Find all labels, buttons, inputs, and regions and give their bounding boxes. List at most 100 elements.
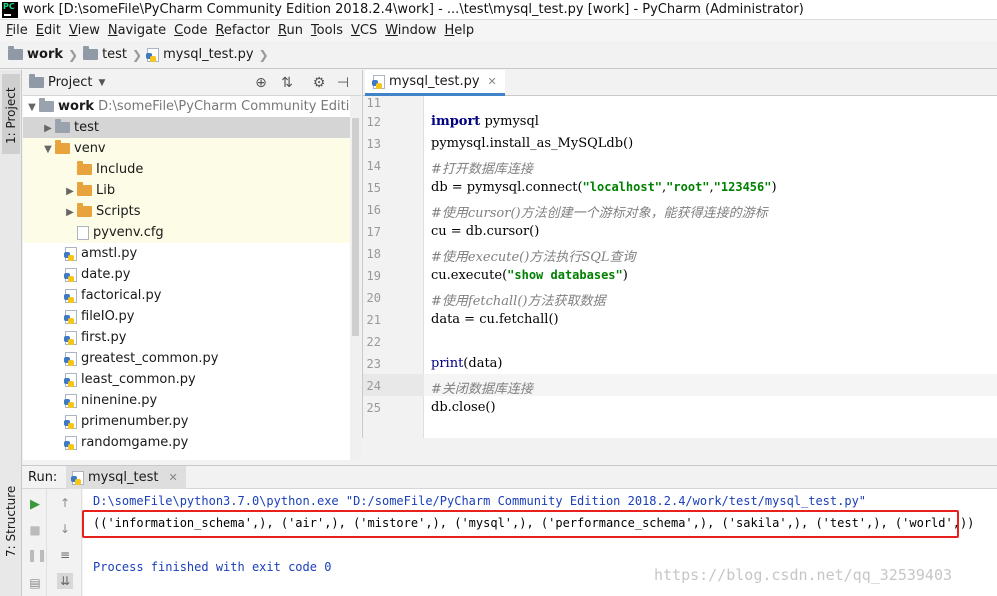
menu-view[interactable]: View <box>65 23 104 38</box>
collapse-all-icon[interactable]: ⇅ <box>279 75 295 91</box>
code-text: db.close() <box>431 400 496 415</box>
highlight-annotation-box <box>82 510 959 538</box>
tree-item-label: ninenine.py <box>81 393 158 408</box>
project-tool-tab[interactable]: 1: Project <box>2 74 20 154</box>
code-editor[interactable]: import pymysql pymysql.install_as_MySQLd… <box>424 96 997 438</box>
close-icon[interactable]: ✕ <box>168 471 177 484</box>
stop-icon[interactable]: ■ <box>27 522 43 538</box>
code-text: cu.execute( <box>431 268 508 283</box>
line-number: 22 <box>366 335 381 349</box>
tree-item-file[interactable]: factorical.py <box>23 285 350 306</box>
line-number: 21 <box>366 313 381 327</box>
python-file-icon <box>64 267 77 282</box>
menu-navigate[interactable]: Navigate <box>104 23 170 38</box>
code-text: ) <box>622 268 628 283</box>
project-panel-title[interactable]: Project <box>48 75 92 90</box>
tree-item-label: venv <box>74 141 106 156</box>
menu-refactor[interactable]: Refactor <box>211 23 274 38</box>
comment: #使用cursor()方法创建一个游标对象，能获得连接的游标 <box>431 206 768 221</box>
python-file-icon <box>372 74 385 89</box>
folder-icon <box>77 203 92 217</box>
python-file-icon <box>64 309 77 324</box>
menu-window[interactable]: Window <box>381 23 440 38</box>
folder-icon <box>55 119 70 133</box>
line-number: 23 <box>366 357 381 371</box>
left-tool-strip: 1: Project <box>0 70 22 465</box>
console-exit-message: Process finished with exit code 0 <box>93 560 332 574</box>
soft-wrap-icon[interactable]: ≡ <box>57 547 73 563</box>
pause-icon[interactable]: ❚❚ <box>27 547 47 563</box>
tree-item-label: test <box>74 120 99 135</box>
tree-item-test[interactable]: ▶ test <box>23 117 350 138</box>
menu-edit[interactable]: Edit <box>32 23 65 38</box>
breadcrumb-item-work[interactable]: work <box>27 47 63 62</box>
python-file-icon <box>64 435 77 450</box>
tree-item-label: factorical.py <box>81 288 162 303</box>
arrow-up-icon[interactable]: ↑ <box>57 495 73 511</box>
locate-icon[interactable]: ⊕ <box>253 75 269 91</box>
python-file-icon <box>64 288 77 303</box>
tree-item-file[interactable]: least_common.py <box>23 369 350 390</box>
tree-item-pyvenv-cfg[interactable]: pyvenv.cfg <box>23 222 350 243</box>
tree-item-file[interactable]: primenumber.py <box>23 411 350 432</box>
menu-bar: File Edit View Navigate Code Refactor Ru… <box>0 20 997 41</box>
breadcrumb: work ❯ test ❯ mysql_test.py ❯ <box>0 41 997 69</box>
tree-item-scripts[interactable]: ▶ Scripts <box>23 201 350 222</box>
menu-help[interactable]: Help <box>441 23 479 38</box>
editor-tab-mysql-test[interactable]: mysql_test.py ✕ <box>365 70 505 96</box>
tree-item-file[interactable]: first.py <box>23 327 350 348</box>
folder-icon <box>39 98 54 112</box>
menu-vcs[interactable]: VCS <box>347 23 381 38</box>
folder-icon <box>77 182 92 196</box>
tree-item-file[interactable]: amstl.py <box>23 243 350 264</box>
tree-root-path: D:\someFile\PyCharm Community Edition 20… <box>98 99 361 114</box>
tree-item-lib[interactable]: ▶ Lib <box>23 180 350 201</box>
project-icon <box>29 74 44 88</box>
config-file-icon <box>77 225 89 240</box>
tree-item-file[interactable]: ninenine.py <box>23 390 350 411</box>
line-number: 15 <box>366 181 381 195</box>
breadcrumb-item-file[interactable]: mysql_test.py <box>163 47 254 62</box>
code-line: #使用execute()方法执行SQL查询 <box>431 246 636 265</box>
tree-item-include[interactable]: Include <box>23 159 350 180</box>
tree-item-venv[interactable]: ▼ venv <box>23 138 350 159</box>
close-icon[interactable]: ✕ <box>488 75 497 88</box>
layout-icon[interactable]: ▤ <box>27 575 43 591</box>
scroll-to-end-icon[interactable]: ⇊ <box>57 573 73 589</box>
folder-icon <box>8 46 23 60</box>
menu-tools[interactable]: Tools <box>307 23 347 38</box>
tree-item-label: pyvenv.cfg <box>93 225 164 240</box>
arrow-down-icon[interactable]: ↓ <box>57 521 73 537</box>
editor-tab-bar: mysql_test.py ✕ <box>362 70 997 96</box>
code-line: #打开数据库连接 <box>431 158 533 177</box>
tree-item-file[interactable]: date.py <box>23 264 350 285</box>
project-scrollbar[interactable] <box>350 96 361 460</box>
hide-panel-icon[interactable]: ⊣ <box>335 75 351 91</box>
tree-item-file[interactable]: greatest_common.py <box>23 348 350 369</box>
run-tab-mysql-test[interactable]: mysql_test ✕ <box>66 466 186 489</box>
code-text: ) <box>771 180 777 195</box>
chevron-down-icon[interactable]: ▼ <box>98 78 105 88</box>
code-line: cu.execute("show databases") <box>431 268 628 283</box>
tree-item-file[interactable]: fileIO.py <box>23 306 350 327</box>
code-line: #使用fetchall()方法获取数据 <box>431 290 606 309</box>
code-text: pymysql.install_as_MySQLdb() <box>431 136 634 151</box>
editor-gutter: 11 12 13 14 15 16 17 18 19 20 21 22 23 2… <box>362 96 425 438</box>
gear-icon[interactable]: ⚙ <box>311 75 327 91</box>
editor-tab-label: mysql_test.py <box>389 74 480 89</box>
menu-run[interactable]: Run <box>274 23 307 38</box>
comment: #关闭数据库连接 <box>431 382 533 397</box>
menu-code[interactable]: Code <box>170 23 211 38</box>
rerun-icon[interactable]: ▶ <box>27 497 43 513</box>
structure-tool-tab[interactable]: 7: Structure <box>4 486 18 557</box>
tree-item-label: Include <box>96 162 144 177</box>
python-file-icon <box>64 393 77 408</box>
tree-root[interactable]: ▼ work D:\someFile\PyCharm Community Edit… <box>23 96 361 117</box>
tree-item-label: first.py <box>81 330 127 345</box>
breadcrumb-item-test[interactable]: test <box>102 47 127 62</box>
tree-item-label: primenumber.py <box>81 414 189 429</box>
tree-item-file[interactable]: randomgame.py <box>23 432 350 453</box>
code-line: #使用cursor()方法创建一个游标对象，能获得连接的游标 <box>431 202 768 221</box>
scrollbar-thumb[interactable] <box>352 118 359 336</box>
menu-file[interactable]: File <box>2 23 32 38</box>
